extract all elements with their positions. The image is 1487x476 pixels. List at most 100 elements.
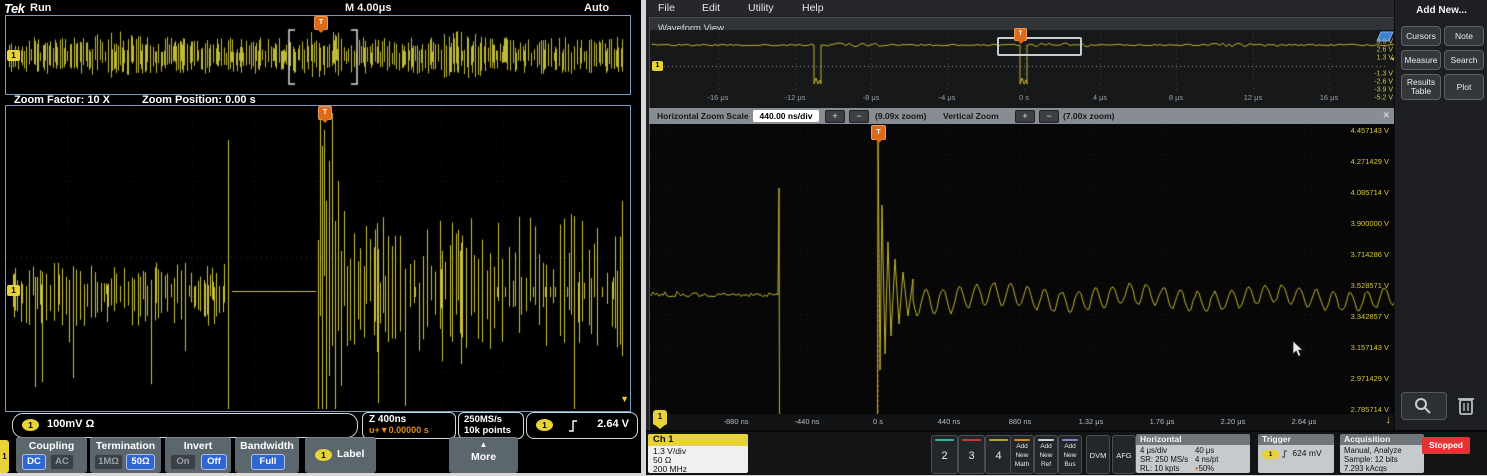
button-label-line: New xyxy=(1011,452,1033,459)
invert-on-option[interactable]: On xyxy=(170,454,196,470)
menu-item-utility[interactable]: Utility xyxy=(748,2,774,14)
v-zoom-increase-button[interactable]: + xyxy=(1015,110,1035,123)
trigger-position-flag[interactable]: T xyxy=(871,125,886,140)
channel-readout-bar[interactable]: 1 100mV Ω xyxy=(12,413,358,438)
button-label: DVM xyxy=(1087,451,1109,460)
side-button-plot[interactable]: Plot xyxy=(1444,74,1484,100)
trigger-settings-badge[interactable]: Trigger 1 624 mV xyxy=(1258,434,1334,473)
trigger-level-value: 2.64 V xyxy=(597,418,629,430)
channel-1-settings-badge[interactable]: Ch 1 1.3 V/div 50 Ω 200 MHz xyxy=(648,434,748,473)
label-button[interactable]: 1 Label xyxy=(305,437,376,473)
horizontal-settings-badge[interactable]: Horizontal 4 μs/div40 μs SR: 250 MS/s4 n… xyxy=(1136,434,1250,473)
coupling-label: Coupling xyxy=(16,440,87,452)
overview-y-tick: 1.3 V xyxy=(1377,55,1393,62)
horizontal-scale-readout: M 4.00μs xyxy=(345,2,391,14)
coupling-button[interactable]: Coupling DC AC xyxy=(16,437,87,473)
side-button-note[interactable]: Note xyxy=(1444,26,1484,46)
zoom-x-tick: 2.20 μs xyxy=(1221,417,1246,426)
side-button-measure[interactable]: Measure xyxy=(1401,50,1441,70)
trigger-position-flag[interactable]: T xyxy=(318,106,332,120)
overview-x-tick: 8 μs xyxy=(1169,93,1183,102)
acquisition-status: Run xyxy=(30,2,51,14)
more-button[interactable]: ▲ More xyxy=(449,437,518,473)
coupling-ac-option[interactable]: AC xyxy=(50,454,74,470)
h-zoom-decrease-button[interactable]: − xyxy=(849,110,869,123)
channel-1-bandwidth: 200 MHz xyxy=(648,465,748,473)
zoom-tool-button[interactable] xyxy=(1401,392,1447,420)
channel-scale-readout: 100mV Ω xyxy=(47,418,94,430)
button-color-bar xyxy=(1038,439,1054,441)
channel-1-badge: 1 xyxy=(22,419,39,431)
add-new-ref-button[interactable]: AddNewRef xyxy=(1034,435,1058,474)
overview-x-tick: -16 μs xyxy=(708,93,729,102)
termination-button[interactable]: Termination 1MΩ 50Ω xyxy=(90,437,161,473)
button-label-line: Math xyxy=(1011,461,1033,468)
trigger-readout-box[interactable]: 1 2.64 V xyxy=(526,412,638,439)
overview-plot[interactable]: T 1 ◀ -16 μs-12 μs-8 μs-4 μs0 s4 μs8 μs1… xyxy=(649,30,1398,108)
channel-2-button[interactable]: 2 xyxy=(931,435,958,474)
side-button-results-table[interactable]: Results Table xyxy=(1401,74,1441,100)
button-label-line: Add xyxy=(1011,443,1033,450)
add-new-bus-button[interactable]: AddNewBus xyxy=(1058,435,1082,474)
side-button-search[interactable]: Search xyxy=(1444,50,1484,70)
label-button-text: Label xyxy=(337,448,364,460)
acquisition-settings-badge[interactable]: Acquisition Manual, Analyze Sample: 12 b… xyxy=(1340,434,1424,473)
horizontal-position: 50% xyxy=(1199,464,1215,473)
vertical-zoom-label: Vertical Zoom xyxy=(943,111,999,121)
menu-item-edit[interactable]: Edit xyxy=(702,2,720,14)
bandwidth-full-option[interactable]: Full xyxy=(251,454,285,470)
button-label-line: Bus xyxy=(1059,461,1081,468)
stopped-status-button[interactable]: Stopped xyxy=(1422,437,1470,454)
channel-4-button[interactable]: 4 xyxy=(985,435,1012,474)
zoom-waveform-window[interactable]: 1 T ▼ xyxy=(5,105,631,412)
trigger-mode-readout: Auto xyxy=(584,2,609,14)
h-zoom-increase-button[interactable]: + xyxy=(825,110,845,123)
zoom-x-tick: 440 ns xyxy=(938,417,961,426)
termination-50ohm-option[interactable]: 50Ω xyxy=(126,454,155,470)
channel-number: 3 xyxy=(959,450,984,462)
trigger-level: 624 mV xyxy=(1292,448,1321,458)
bandwidth-label: Bandwidth xyxy=(235,440,299,452)
overview-x-tick: 4 μs xyxy=(1093,93,1107,102)
dvm-button[interactable]: DVM xyxy=(1086,435,1110,474)
channel-1-axis-badge[interactable]: 1 xyxy=(653,410,667,425)
zoom-y-tick: 4.085714 V xyxy=(1351,188,1389,197)
horizontal-zoom-scale-value[interactable]: 440.00 ns/div xyxy=(753,110,819,122)
overview-x-tick: 16 μs xyxy=(1320,93,1339,102)
side-button-cursors[interactable]: Cursors xyxy=(1401,26,1441,46)
bandwidth-button[interactable]: Bandwidth Full xyxy=(235,437,299,473)
trigger-position-flag[interactable]: T xyxy=(1014,28,1027,41)
tek-bench-scope-screen: Tek Run M 4.00μs Auto 1 T Zoom Factor: 1… xyxy=(0,0,641,473)
termination-1mohm-option[interactable]: 1MΩ xyxy=(94,454,123,470)
zoom-x-tick: 1.76 μs xyxy=(1150,417,1175,426)
menu-item-help[interactable]: Help xyxy=(802,2,824,14)
channel-3-button[interactable]: 3 xyxy=(958,435,985,474)
button-color-bar xyxy=(1014,439,1030,441)
zoom-y-tick: 3.714286 V xyxy=(1351,250,1389,259)
trigger-position-flag[interactable]: T xyxy=(314,16,328,30)
zoom-scale-readout-box[interactable]: Z 400ns u+▼0.00000 s xyxy=(362,412,456,439)
v-zoom-decrease-button[interactable]: − xyxy=(1039,110,1059,123)
overview-x-tick: 0 s xyxy=(1019,93,1029,102)
afg-button[interactable]: AFG xyxy=(1112,435,1136,474)
invert-button[interactable]: Invert On Off xyxy=(165,437,231,473)
acquisition-count: 7.293 kAcqs xyxy=(1344,464,1387,473)
add-new-math-button[interactable]: Add New Math xyxy=(1010,435,1034,474)
invert-off-option[interactable]: Off xyxy=(201,454,227,470)
zoom-canvas xyxy=(650,124,1397,414)
zoom-window-box[interactable] xyxy=(997,37,1082,56)
channel-menu-tab[interactable]: 1 xyxy=(0,440,9,473)
zoom-x-tick: 0 s xyxy=(873,417,883,426)
trash-button[interactable] xyxy=(1453,392,1479,418)
rising-edge-icon xyxy=(1281,449,1290,459)
sample-rate-value: 250MS/s xyxy=(464,414,502,425)
menu-item-file[interactable]: File xyxy=(658,2,675,14)
coupling-dc-option[interactable]: DC xyxy=(22,454,46,470)
overview-waveform-window[interactable]: 1 T xyxy=(5,15,631,95)
zoom-offset-value: u+▼0.00000 s xyxy=(369,425,429,435)
channel-1-marker: 1 xyxy=(7,285,20,296)
close-zoom-icon[interactable]: ✕ xyxy=(1382,110,1390,121)
horizontal-record-length: RL: 10 kpts xyxy=(1140,464,1195,473)
overview-y-tick: 3.9 V xyxy=(1377,39,1393,46)
zoom-plot[interactable]: T 4.457143 V4.271429 V4.085714 V3.900000… xyxy=(649,124,1398,414)
